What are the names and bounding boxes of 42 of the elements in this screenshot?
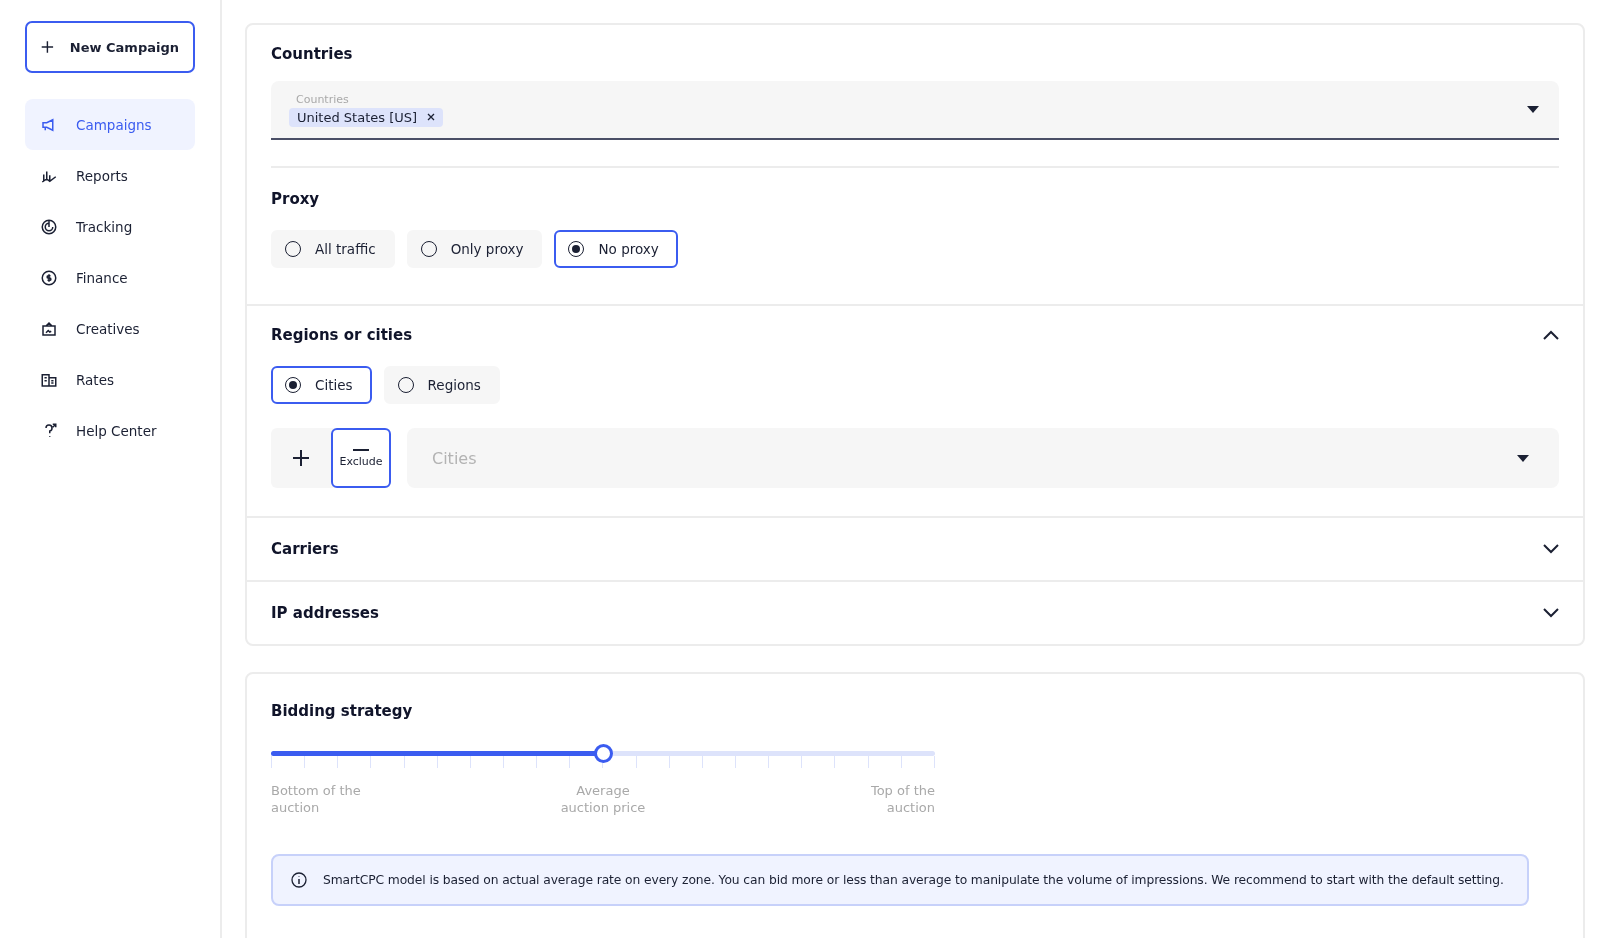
nav-item[interactable]: Campaigns [25, 99, 195, 150]
field-label: Countries [295, 92, 350, 106]
nav-item[interactable]: Creatives [25, 303, 195, 354]
nav-item[interactable]: Rates [25, 354, 195, 405]
info-icon [291, 872, 307, 888]
slider-label: Top of the auction [869, 782, 935, 816]
new-campaign-button[interactable]: New Campaign [25, 21, 195, 73]
radio-option[interactable]: All traffic [271, 230, 395, 268]
section-title: Regions or cities [271, 326, 413, 344]
image-icon [40, 319, 58, 338]
chevron-down-icon[interactable] [1543, 544, 1559, 554]
plus-icon [41, 38, 54, 56]
section-title: IP addresses [271, 604, 379, 622]
country-tag: United States [US] [289, 107, 444, 127]
close-icon[interactable] [427, 113, 436, 121]
slider-label: Bottom of the auction [271, 782, 362, 816]
slider-track[interactable] [271, 744, 935, 763]
plus-icon [292, 449, 310, 467]
target-icon [40, 217, 58, 236]
radio-option[interactable]: Regions [383, 366, 500, 404]
radio-option[interactable]: No proxy [554, 230, 678, 268]
dropdown-caret-icon [1527, 106, 1539, 113]
radio-option[interactable]: Only proxy [406, 230, 543, 268]
nav-item[interactable]: Tracking [25, 201, 195, 252]
nav-item[interactable]: Help Center [25, 405, 195, 456]
slider-label: Average auction price [559, 782, 647, 816]
chevron-down-icon[interactable] [1543, 608, 1559, 618]
dollar-icon [40, 268, 58, 287]
chevron-up-icon[interactable] [1543, 330, 1559, 340]
exclude-button[interactable]: Exclude [331, 428, 391, 488]
countries-select[interactable]: Countries United States [US] [271, 81, 1559, 140]
section-title: Bidding strategy [271, 702, 414, 720]
minus-icon [353, 448, 369, 451]
radio-option[interactable]: Cities [271, 366, 372, 404]
section-title: Carriers [271, 540, 339, 558]
section-title: Proxy [271, 190, 321, 208]
section-title: Countries [271, 45, 354, 63]
info-text: SmartCPC model is based on actual average rate on every zone. You can bid more or less than average to manipulate the volume of impressions. We recommend to start with the default setting. [323, 873, 1504, 887]
dropdown-caret-icon [1517, 454, 1529, 462]
nav-item[interactable]: Reports [25, 150, 195, 201]
nav-item[interactable]: Finance [25, 252, 195, 303]
slider-thumb[interactable] [594, 744, 613, 763]
